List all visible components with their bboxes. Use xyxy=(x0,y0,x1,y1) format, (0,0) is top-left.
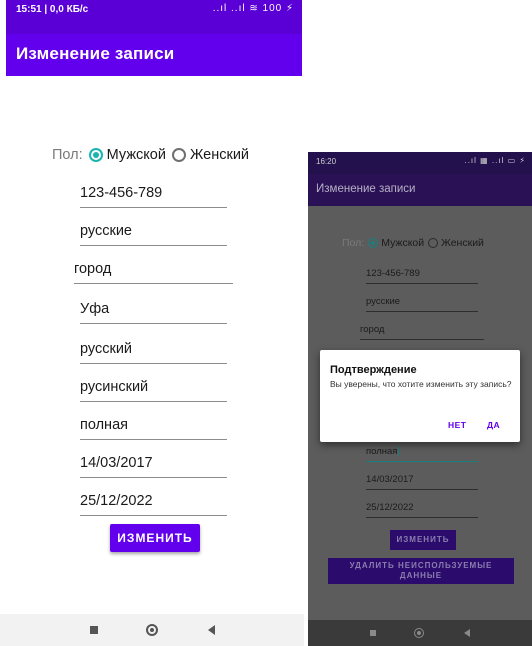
confirmation-dialog: Подтверждение Вы уверены, что хотите изм… xyxy=(320,350,520,442)
back-icon[interactable] xyxy=(208,625,215,635)
dialog-message: Вы уверены, что хотите изменить эту запи… xyxy=(330,379,512,389)
status-icons: ..ıl ..ıl ≋ 100 ⚡ xyxy=(212,3,294,14)
home-icon[interactable] xyxy=(146,624,158,636)
radio-male[interactable] xyxy=(88,148,103,162)
snils-field[interactable]: 123-456-789 xyxy=(80,182,227,208)
recent-apps-icon[interactable] xyxy=(370,630,376,636)
status-time: 15:51 | 0,0 КБ/с xyxy=(16,4,89,15)
app-bar-title: Изменение записи xyxy=(316,183,416,195)
locality-type-field[interactable]: город xyxy=(74,258,233,284)
radio-female-label[interactable]: Женский xyxy=(441,237,484,249)
status-icons: ..ıl ▦ ..ıl ▭ ⚡ xyxy=(464,156,526,165)
radio-female[interactable] xyxy=(428,238,439,248)
radio-female-label[interactable]: Женский xyxy=(190,147,249,163)
back-icon[interactable] xyxy=(464,629,470,637)
gender-radio-group: Пол: Мужской Женский xyxy=(342,237,484,249)
family-type-field[interactable]: полная xyxy=(366,444,478,462)
gender-label: Пол: xyxy=(52,147,83,163)
delete-unused-data-button[interactable]: УДАЛИТЬ НЕИСПОЛЬЗУЕМЫЕ ДАННЫЕ xyxy=(328,558,514,584)
nationality-field[interactable]: русские xyxy=(366,294,478,312)
recent-apps-icon[interactable] xyxy=(90,626,98,634)
locality-type-field[interactable]: город xyxy=(360,322,484,340)
home-icon[interactable] xyxy=(414,628,424,638)
app-bar: Изменение записи xyxy=(6,34,302,76)
nav-bar xyxy=(0,614,304,646)
status-time: 16:20 xyxy=(316,157,337,166)
start-date-field[interactable]: 14/03/2017 xyxy=(366,472,478,490)
app-bar: Изменение записи xyxy=(308,174,532,206)
start-date-field[interactable]: 14/03/2017 xyxy=(80,452,227,478)
native-language-field[interactable]: русский xyxy=(80,338,227,364)
snils-field[interactable]: 123-456-789 xyxy=(366,266,478,284)
end-date-field[interactable]: 25/12/2022 xyxy=(80,490,227,516)
radio-male-label[interactable]: Мужской xyxy=(381,237,424,249)
nav-bar xyxy=(308,620,532,646)
end-date-field[interactable]: 25/12/2022 xyxy=(366,500,478,518)
nationality-field[interactable]: русские xyxy=(80,220,227,246)
radio-male[interactable] xyxy=(368,238,379,248)
gender-label: Пол: xyxy=(342,237,365,249)
city-field[interactable]: Уфа xyxy=(80,298,227,324)
dialog-title: Подтверждение xyxy=(330,364,417,376)
radio-male-label[interactable]: Мужской xyxy=(107,147,166,163)
radio-female[interactable] xyxy=(171,148,186,162)
app-bar-title: Изменение записи xyxy=(16,44,175,63)
change-button[interactable]: ИЗМЕНИТЬ xyxy=(110,524,200,552)
change-button[interactable]: ИЗМЕНИТЬ xyxy=(390,530,456,550)
status-bar: 16:20 ..ıl ▦ ..ıl ▭ ⚡ xyxy=(308,152,532,174)
left-phone-screen: 15:51 | 0,0 КБ/с ..ıl ..ıl ≋ 100 ⚡ Измен… xyxy=(0,0,304,646)
status-bar: 15:51 | 0,0 КБ/с ..ıl ..ıl ≋ 100 ⚡ xyxy=(6,0,302,34)
gender-radio-group: Пол: Мужской Женский xyxy=(52,147,249,163)
family-type-field[interactable]: полная xyxy=(80,414,227,440)
right-phone-screen: 16:20 ..ıl ▦ ..ıl ▭ ⚡ Изменение записи П… xyxy=(308,152,532,646)
dialog-no-button[interactable]: НЕТ xyxy=(448,420,467,430)
dialog-yes-button[interactable]: ДА xyxy=(487,420,500,430)
language-field[interactable]: русинский xyxy=(80,376,227,402)
